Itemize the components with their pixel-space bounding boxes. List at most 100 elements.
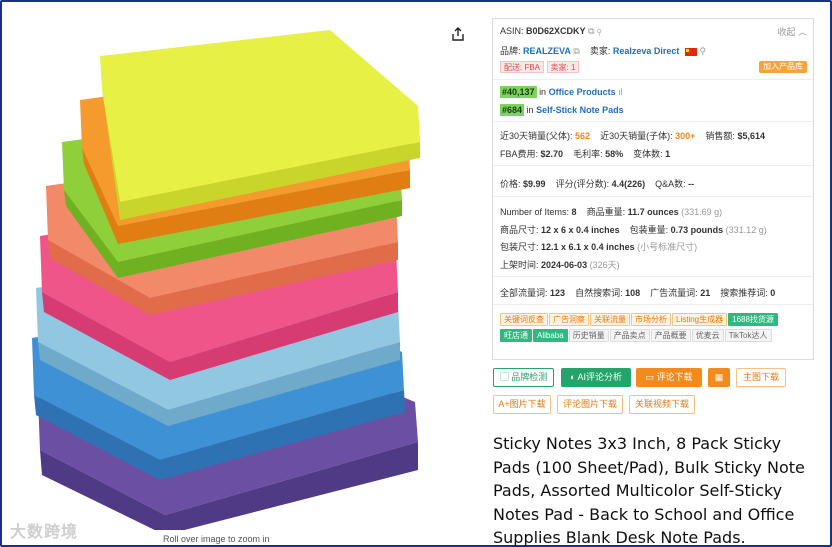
- main-image-download-button[interactable]: 主图下载: [736, 368, 786, 387]
- rank-category-link-2[interactable]: Self-Stick Note Pads: [536, 105, 624, 115]
- chevron-up-icon: ︿: [797, 27, 807, 37]
- tool-tag[interactable]: 广告洞察: [549, 313, 589, 326]
- qa-value: --: [688, 179, 695, 189]
- organic-keywords-value[interactable]: 108: [625, 288, 640, 298]
- pkg-dims-label: 包装尺寸:: [500, 242, 539, 252]
- qa-label: Q&A数:: [655, 179, 686, 189]
- rank-badge-2: #684: [500, 104, 525, 116]
- brand-link[interactable]: REALZEVA: [523, 46, 571, 56]
- variants-value: 1: [665, 149, 671, 159]
- rank-category-link-1[interactable]: Office Products: [549, 87, 616, 97]
- tool-tag[interactable]: Alibaba: [533, 329, 568, 342]
- calculator-button[interactable]: ▦: [708, 368, 730, 387]
- tool-tag[interactable]: 1688找货源: [728, 313, 778, 326]
- recommended-keywords-label: 搜索推荐词:: [720, 288, 768, 298]
- weight-value: 11.7 ounces: [627, 207, 679, 217]
- tool-tag[interactable]: TikTok达人: [724, 329, 772, 342]
- divider: [493, 304, 813, 305]
- location-icon[interactable]: ⚲: [699, 46, 706, 56]
- launch-value: 2024-06-03: [541, 260, 588, 270]
- seller-link[interactable]: Realzeva Direct: [613, 46, 680, 56]
- sales-child-value: 300+: [675, 131, 696, 141]
- revenue-value: $5,614: [737, 131, 765, 141]
- sales-child-label: 近30天销量(子体):: [600, 131, 673, 141]
- rating-value: 4.4(226): [611, 179, 646, 189]
- china-flag-icon: [684, 47, 697, 56]
- fba-label: FBA费用:: [500, 149, 539, 159]
- tool-tag[interactable]: 产品概要: [650, 329, 691, 342]
- sales-parent-label: 近30天销量(父体):: [500, 131, 573, 141]
- brand-check-button[interactable]: ▢ 品牌检测: [493, 368, 554, 387]
- comment-icon: ▭: [645, 372, 654, 382]
- seller-count-tag: 卖家: 1: [546, 61, 580, 73]
- pkg-weight-label: 包装重量:: [629, 225, 669, 235]
- weight-grams: (331.69 g): [681, 207, 723, 217]
- price-value: $9.99: [523, 179, 546, 189]
- divider: [493, 276, 813, 277]
- review-image-download-button[interactable]: 评论图片下载: [557, 395, 623, 414]
- square-icon: ▢: [499, 372, 509, 382]
- rank-in-text: in: [526, 105, 534, 115]
- asin-value[interactable]: B0D62XCDKY: [526, 26, 586, 36]
- watermark-logo: 大数跨境: [10, 524, 79, 541]
- revenue-label: 销售额:: [705, 131, 735, 141]
- divider: [493, 196, 813, 197]
- dims-value: 12 x 6 x 0.4 inches: [541, 225, 620, 235]
- all-keywords-label: 全部流量词:: [500, 288, 548, 298]
- add-to-library-button[interactable]: 加入产品库: [759, 61, 807, 73]
- tool-tag[interactable]: 关联流量: [590, 313, 630, 326]
- asin-label: ASIN:: [500, 26, 524, 36]
- tool-tag[interactable]: 旺店通: [500, 329, 532, 342]
- collapse-button[interactable]: 收起 ︿: [777, 25, 807, 38]
- tool-tags: 关键词反查 广告洞察 关联流量 市场分析 Listing生成器 1688找货源旺店通 Ali…: [500, 312, 808, 344]
- tool-tag[interactable]: 市场分析: [631, 313, 671, 326]
- ad-keywords-label: 广告流量词:: [650, 288, 698, 298]
- product-info-panel: ASIN: B0D62XCDKY ⧉ ⚲ 收起 ︿ 品牌: REALZEVA ⧉…: [492, 18, 814, 360]
- items-value: 8: [571, 207, 577, 217]
- tool-tag[interactable]: 历史销量: [568, 329, 609, 342]
- product-title: Sticky Notes 3x3 Inch, 8 Pack Sticky Pad…: [493, 434, 805, 547]
- product-image[interactable]: [20, 30, 440, 535]
- dims-label: 商品尺寸:: [500, 225, 539, 235]
- pkg-weight-grams: (331.12 g): [725, 225, 767, 235]
- divider: [493, 79, 813, 80]
- ad-keywords-value[interactable]: 21: [700, 288, 710, 298]
- pkg-dims-note: (小号标准尺寸): [637, 242, 698, 252]
- rating-label: 评分(评分数):: [555, 179, 610, 189]
- all-keywords-value[interactable]: 123: [550, 288, 565, 298]
- ai-review-button[interactable]: ◐ AI评论分析: [561, 368, 631, 387]
- location-icon[interactable]: ⚲: [597, 26, 601, 36]
- fba-value: $2.70: [540, 149, 564, 159]
- tool-tag[interactable]: Listing生成器: [672, 313, 728, 326]
- margin-label: 毛利率:: [573, 149, 603, 159]
- related-video-download-button[interactable]: 关联视频下载: [629, 395, 695, 414]
- sales-parent-value: 562: [575, 131, 591, 141]
- divider: [493, 121, 813, 122]
- tool-tag[interactable]: 优麦云: [691, 329, 724, 342]
- organic-keywords-label: 自然搜索词:: [575, 288, 623, 298]
- rank-badge-1: #40,137: [500, 86, 537, 98]
- bar-chart-icon[interactable]: ıl: [618, 87, 623, 97]
- ai-icon: ◐: [570, 372, 576, 382]
- copy-icon[interactable]: ⧉: [573, 46, 579, 56]
- launch-days: (326天): [589, 260, 620, 270]
- brand-label: 品牌:: [500, 46, 521, 56]
- items-label: Number of Items:: [500, 207, 570, 217]
- pkg-dims-value: 12.1 x 6.1 x 0.4 inches: [541, 242, 635, 252]
- price-label: 价格:: [500, 179, 521, 189]
- tool-tag[interactable]: 产品卖点: [609, 329, 650, 342]
- weight-label: 商品重量:: [586, 207, 626, 217]
- launch-label: 上架时间:: [500, 260, 539, 270]
- pkg-weight-value: 0.73 pounds: [670, 225, 724, 235]
- margin-value: 58%: [605, 149, 624, 159]
- tool-tag[interactable]: 关键词反查: [500, 313, 548, 326]
- review-download-button[interactable]: ▭ 评论下载: [636, 368, 702, 387]
- aplus-download-button[interactable]: A+图片下载: [493, 395, 551, 414]
- rank-in-text: in: [539, 87, 547, 97]
- recommended-keywords-value[interactable]: 0: [770, 288, 775, 298]
- copy-icon[interactable]: ⧉: [588, 26, 594, 36]
- variants-label: 变体数:: [633, 149, 663, 159]
- sticky-notes-stack-image: [32, 30, 420, 535]
- divider: [493, 165, 813, 166]
- share-icon[interactable]: [450, 26, 466, 42]
